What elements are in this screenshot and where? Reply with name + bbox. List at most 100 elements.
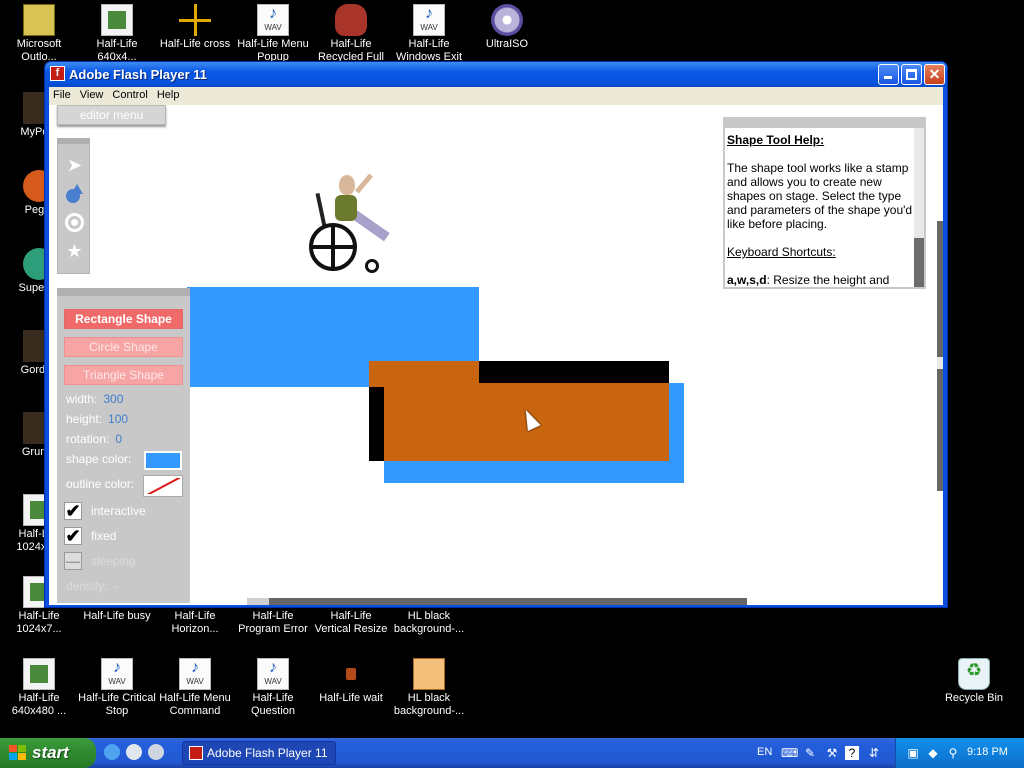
help-body: The shape tool works like a stamp and al… bbox=[727, 161, 913, 231]
window-titlebar[interactable]: f Adobe Flash Player 11 ✕ bbox=[45, 62, 947, 87]
special-items-button[interactable]: ★ bbox=[61, 238, 88, 264]
arrow-tool-button[interactable]: ➤ bbox=[61, 152, 88, 178]
internet-explorer-icon[interactable] bbox=[104, 744, 120, 760]
character-head bbox=[339, 175, 355, 195]
language-indicator[interactable]: EN bbox=[757, 746, 772, 758]
height-value-input[interactable]: 100 bbox=[108, 412, 128, 426]
desktop-icon-hl-windows-exit[interactable]: Half-Life Windows Exit bbox=[390, 4, 468, 64]
tray-arrows-icon[interactable]: ⇵ bbox=[867, 746, 881, 760]
image-file-icon bbox=[413, 658, 445, 690]
shape-properties-panel: Rectangle Shape Circle Shape Triangle Sh… bbox=[57, 288, 190, 603]
interactive-label: interactive bbox=[91, 504, 146, 518]
shape-tool-help-box: ✕ Shape Tool Help: The shape tool works … bbox=[723, 117, 926, 289]
keyboard-icon[interactable]: ⌨ bbox=[781, 746, 798, 760]
flash-stage[interactable]: editor menu ➤ ★ Rectangle Shape Circle S… bbox=[49, 105, 943, 605]
menu-view[interactable]: View bbox=[76, 87, 109, 101]
outline-color-swatch[interactable] bbox=[143, 475, 183, 497]
stage-vertical-scrollbar[interactable] bbox=[937, 221, 943, 491]
help-shortcuts-title: Keyboard Shortcuts: bbox=[727, 245, 836, 259]
triangle-shape-button[interactable]: Triangle Shape bbox=[64, 365, 183, 385]
shape-color-swatch[interactable] bbox=[144, 451, 182, 470]
desktop-icon-hl-640[interactable]: Half-Life 640x4... bbox=[78, 4, 156, 64]
rectangle-shape-button[interactable]: Rectangle Shape bbox=[64, 309, 183, 329]
density-property: density: - bbox=[66, 579, 118, 593]
security-icon[interactable]: ◆ bbox=[926, 746, 940, 760]
help-scrollbar-thumb[interactable] bbox=[914, 238, 924, 287]
pen-icon[interactable]: ✎ bbox=[803, 746, 817, 760]
editor-menu-button[interactable]: editor menu bbox=[57, 105, 166, 125]
taskbar-flash-player-button[interactable]: Adobe Flash Player 11 bbox=[182, 741, 336, 765]
desktop-icon-hl-wait[interactable]: Half-Life wait bbox=[312, 658, 390, 718]
help-content: Shape Tool Help: The shape tool works li… bbox=[727, 133, 913, 287]
shape-color-label: shape color: bbox=[66, 452, 132, 466]
rotation-value-input[interactable]: 0 bbox=[115, 432, 122, 446]
flash-player-icon bbox=[189, 746, 203, 760]
image-file-icon bbox=[23, 658, 55, 690]
circle-shape-button[interactable]: Circle Shape bbox=[64, 337, 183, 357]
media-player-icon[interactable] bbox=[148, 744, 164, 760]
desktop-icon-hl-cross[interactable]: Half-Life cross bbox=[156, 4, 234, 64]
menu-file[interactable]: File bbox=[49, 87, 76, 101]
cd-icon bbox=[491, 4, 523, 36]
tools-icon[interactable]: ⚒ bbox=[825, 746, 839, 760]
close-icon: ✕ bbox=[928, 66, 941, 82]
head-icon bbox=[335, 4, 367, 36]
stage-vertical-scroll-thumb[interactable] bbox=[937, 357, 943, 369]
joint-tool-button[interactable] bbox=[61, 210, 88, 236]
desktop-icon-outlook[interactable]: Microsoft Outlo... bbox=[0, 4, 78, 64]
joint-tool-icon bbox=[65, 213, 84, 232]
width-property: width: 300 bbox=[66, 392, 124, 406]
wav-file-icon bbox=[257, 658, 289, 690]
character-torso bbox=[335, 195, 357, 221]
desktop-icon-hl-640-b[interactable]: Half-Life 640x480 ... bbox=[0, 658, 78, 718]
crosshair-icon bbox=[179, 4, 211, 36]
help-shortcut-key: a,w,s,d bbox=[727, 273, 767, 287]
search-icon[interactable]: ⚲ bbox=[946, 746, 960, 760]
character-arm bbox=[355, 173, 373, 194]
outlook-icon bbox=[23, 4, 55, 36]
menu-help[interactable]: Help bbox=[153, 87, 185, 101]
interactive-checkbox[interactable]: ✔ bbox=[64, 502, 82, 520]
sleeping-checkbox[interactable]: — bbox=[64, 552, 82, 570]
help-close-icon[interactable]: ✕ bbox=[913, 117, 922, 128]
desktop-icon-hl-critical-stop[interactable]: Half-Life Critical Stop bbox=[78, 658, 156, 718]
flash-player-icon: f bbox=[50, 66, 65, 81]
menu-bar: File View Control Help bbox=[49, 87, 943, 105]
help-icon[interactable]: ? bbox=[845, 746, 859, 760]
help-title: Shape Tool Help: bbox=[727, 133, 825, 147]
stage-horizontal-scroll-thumb[interactable] bbox=[247, 598, 269, 605]
image-file-icon bbox=[101, 4, 133, 36]
sleeping-label: sleeping bbox=[91, 554, 136, 568]
desktop-icon-recycle-bin[interactable]: Recycle Bin bbox=[935, 658, 1013, 718]
desktop-icon-hl-menu-popup[interactable]: Half-Life Menu Popup bbox=[234, 4, 312, 64]
wheelchair-small-wheel bbox=[365, 259, 379, 273]
arrow-tool-icon: ➤ bbox=[66, 155, 83, 175]
desktop-icon-hl-menu-command[interactable]: Half-Life Menu Command bbox=[156, 658, 234, 718]
maximize-button[interactable] bbox=[901, 64, 922, 85]
minimize-button[interactable] bbox=[878, 64, 899, 85]
flash-player-window: f Adobe Flash Player 11 ✕ File View Contro… bbox=[44, 61, 948, 608]
shape-tool-button[interactable] bbox=[61, 182, 88, 208]
window-title: Adobe Flash Player 11 bbox=[69, 67, 208, 82]
fixed-checkbox[interactable]: ✔ bbox=[64, 527, 82, 545]
desktop-icon-hl-recycled[interactable]: Half-Life Recycled Full bbox=[312, 4, 390, 64]
desktop-icon-ultraiso[interactable]: UltraISO bbox=[468, 4, 546, 64]
fixed-label: fixed bbox=[91, 529, 117, 543]
density-value: - bbox=[113, 579, 118, 593]
clock: 9:18 PM bbox=[967, 746, 1008, 758]
tool-palette: ➤ ★ bbox=[57, 138, 90, 274]
menu-control[interactable]: Control bbox=[108, 87, 152, 101]
stage-horizontal-scrollbar[interactable] bbox=[247, 598, 747, 605]
height-property: height: 100 bbox=[66, 412, 129, 426]
network-icon[interactable]: ▣ bbox=[906, 746, 920, 760]
desktop-icon-hl-question[interactable]: Half-Life Question bbox=[234, 658, 312, 718]
close-button[interactable]: ✕ bbox=[924, 64, 945, 85]
browser-icon[interactable] bbox=[126, 744, 142, 760]
desktop-icon-hl-black-bg-b[interactable]: HL black background-... bbox=[390, 658, 468, 718]
quick-launch-bar bbox=[104, 744, 174, 762]
wheelchair-character[interactable] bbox=[305, 167, 405, 277]
start-button[interactable]: start bbox=[0, 738, 96, 768]
recycle-bin-icon bbox=[958, 658, 990, 690]
wav-file-icon bbox=[257, 4, 289, 36]
width-value-input[interactable]: 300 bbox=[103, 392, 123, 406]
